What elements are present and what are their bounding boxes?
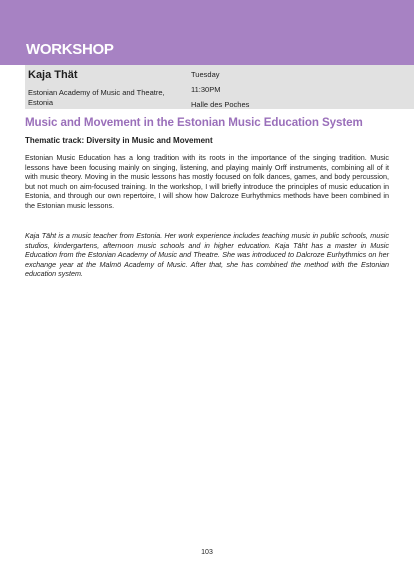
page-number: 103	[201, 549, 213, 556]
session-time: 11:30PM	[191, 85, 221, 94]
abstract-paragraph: Estonian Music Education has a long trad…	[25, 153, 389, 210]
section-label: WORKSHOP	[26, 41, 114, 58]
speaker-bio: Kaja Tāht is a music teacher from Estoni…	[25, 231, 389, 278]
session-day: Tuesday	[191, 70, 220, 79]
session-info-box: Kaja Thät Estonian Academy of Music and …	[25, 65, 414, 109]
speaker-affiliation: Estonian Academy of Music and Theatre, E…	[28, 88, 165, 107]
thematic-track: Thematic track: Diversity in Music and M…	[25, 136, 213, 145]
header-banner: WORKSHOP	[0, 0, 414, 65]
speaker-name: Kaja Thät	[28, 69, 78, 81]
session-venue: Halle des Poches	[191, 100, 250, 109]
session-title: Music and Movement in the Estonian Music…	[25, 116, 363, 129]
